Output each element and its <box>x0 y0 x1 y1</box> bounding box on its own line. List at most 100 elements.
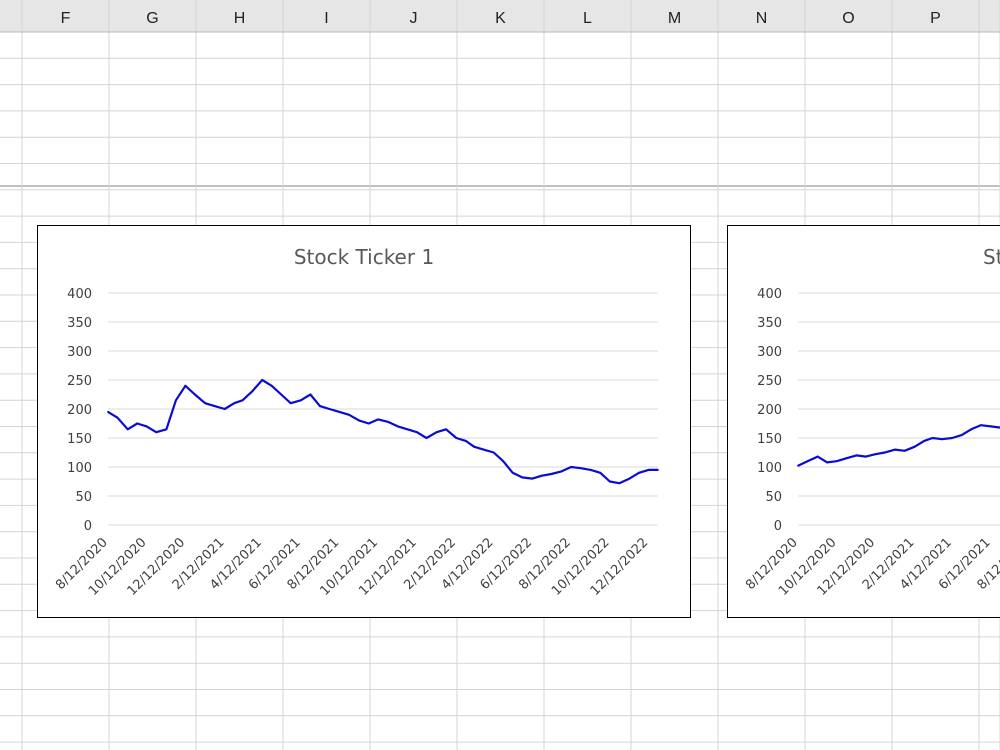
data-point <box>816 455 819 458</box>
y-tick-label: 100 <box>757 461 782 476</box>
data-point <box>923 440 926 442</box>
data-point <box>903 449 906 452</box>
data-point <box>638 471 640 474</box>
data-point <box>951 437 954 439</box>
data-point <box>233 402 236 405</box>
column-header-g[interactable]: G <box>146 10 158 27</box>
column-header-o[interactable]: O <box>842 10 854 27</box>
series-line <box>797 424 1000 467</box>
data-point <box>941 438 943 441</box>
y-tick-label: 0 <box>774 519 782 534</box>
data-point <box>213 405 216 407</box>
data-point <box>845 457 848 460</box>
y-tick-label: 0 <box>84 519 92 534</box>
data-point <box>397 425 399 428</box>
data-point <box>194 393 196 396</box>
y-tick-label: 300 <box>757 345 782 360</box>
chart-title: St <box>983 245 1000 269</box>
data-point <box>855 454 858 457</box>
column-header-f[interactable]: F <box>61 10 71 27</box>
column-header-l[interactable]: L <box>583 10 592 27</box>
data-point <box>628 477 631 480</box>
data-point <box>473 445 475 448</box>
y-tick-label: 50 <box>75 490 92 505</box>
data-point <box>174 399 177 402</box>
data-point <box>931 437 934 439</box>
data-point <box>806 460 809 463</box>
chart-title: Stock Ticker 1 <box>294 245 434 269</box>
column-header-p[interactable]: P <box>930 10 941 27</box>
column-header-h[interactable]: H <box>234 10 246 27</box>
data-point <box>570 466 572 468</box>
column-header-n[interactable]: N <box>756 10 768 27</box>
y-tick-label: 250 <box>757 374 782 389</box>
data-point <box>979 424 982 427</box>
chart-stock-ticker-2[interactable]: St 050100150200250300350400 8/12/202010/… <box>727 225 1000 618</box>
y-tick-label: 150 <box>757 432 782 447</box>
data-point <box>835 460 838 463</box>
data-point <box>599 471 602 474</box>
data-point <box>492 451 495 454</box>
data-point <box>464 440 467 442</box>
data-point <box>531 477 534 480</box>
data-point <box>377 418 380 421</box>
data-point <box>560 470 562 473</box>
data-point <box>299 399 302 402</box>
data-point <box>204 402 206 405</box>
column-header-m[interactable]: M <box>668 10 681 27</box>
data-point <box>223 408 226 410</box>
data-point <box>608 480 611 483</box>
data-point <box>261 379 264 381</box>
chart-stock-ticker-1[interactable]: Stock Ticker 1 0 50 100 150 200 250 300 350 400 … <box>37 225 691 618</box>
data-point <box>455 437 458 439</box>
data-point <box>406 428 409 431</box>
data-point <box>107 411 109 413</box>
data-point <box>482 448 485 451</box>
data-point <box>589 469 592 471</box>
data-point <box>445 428 448 431</box>
chart-2-plot: St 050100150200250300350400 8/12/202010/… <box>743 245 1000 599</box>
data-point <box>521 476 524 479</box>
data-point <box>511 471 514 474</box>
data-point <box>145 425 148 428</box>
data-point <box>797 464 799 467</box>
data-point <box>289 402 292 405</box>
data-point <box>155 431 158 434</box>
data-point <box>241 399 244 402</box>
data-point <box>416 431 418 434</box>
column-header-j[interactable]: J <box>410 10 418 27</box>
data-point <box>435 431 438 434</box>
data-point <box>251 390 253 393</box>
data-point <box>184 384 187 387</box>
data-point <box>280 393 283 396</box>
y-tick-label: 150 <box>67 432 92 447</box>
data-point <box>425 437 428 439</box>
data-point <box>309 393 312 396</box>
series-line <box>107 378 658 485</box>
data-point <box>989 425 992 428</box>
data-point <box>657 469 659 471</box>
data-point <box>884 451 886 454</box>
data-point <box>550 473 553 475</box>
data-point <box>579 467 582 470</box>
data-point <box>338 411 341 413</box>
data-point <box>826 461 829 464</box>
chart-1-plot: Stock Ticker 1 050100150200250300350400 … <box>53 245 659 599</box>
data-point <box>328 408 331 410</box>
y-tick-label: 400 <box>757 287 782 302</box>
data-point <box>318 405 321 407</box>
data-point <box>367 422 370 425</box>
column-header-i[interactable]: I <box>324 10 328 27</box>
y-tick-label: 350 <box>757 316 782 331</box>
data-point <box>647 469 650 471</box>
data-point <box>541 474 543 477</box>
y-tick-label: 100 <box>67 461 92 476</box>
data-point <box>618 482 621 485</box>
y-tick-label: 200 <box>67 403 92 418</box>
data-point <box>913 445 916 448</box>
y-tick-label: 400 <box>67 287 92 302</box>
column-header-k[interactable]: K <box>495 10 506 27</box>
data-point <box>270 384 273 387</box>
data-point <box>165 428 168 431</box>
data-point <box>136 422 139 425</box>
